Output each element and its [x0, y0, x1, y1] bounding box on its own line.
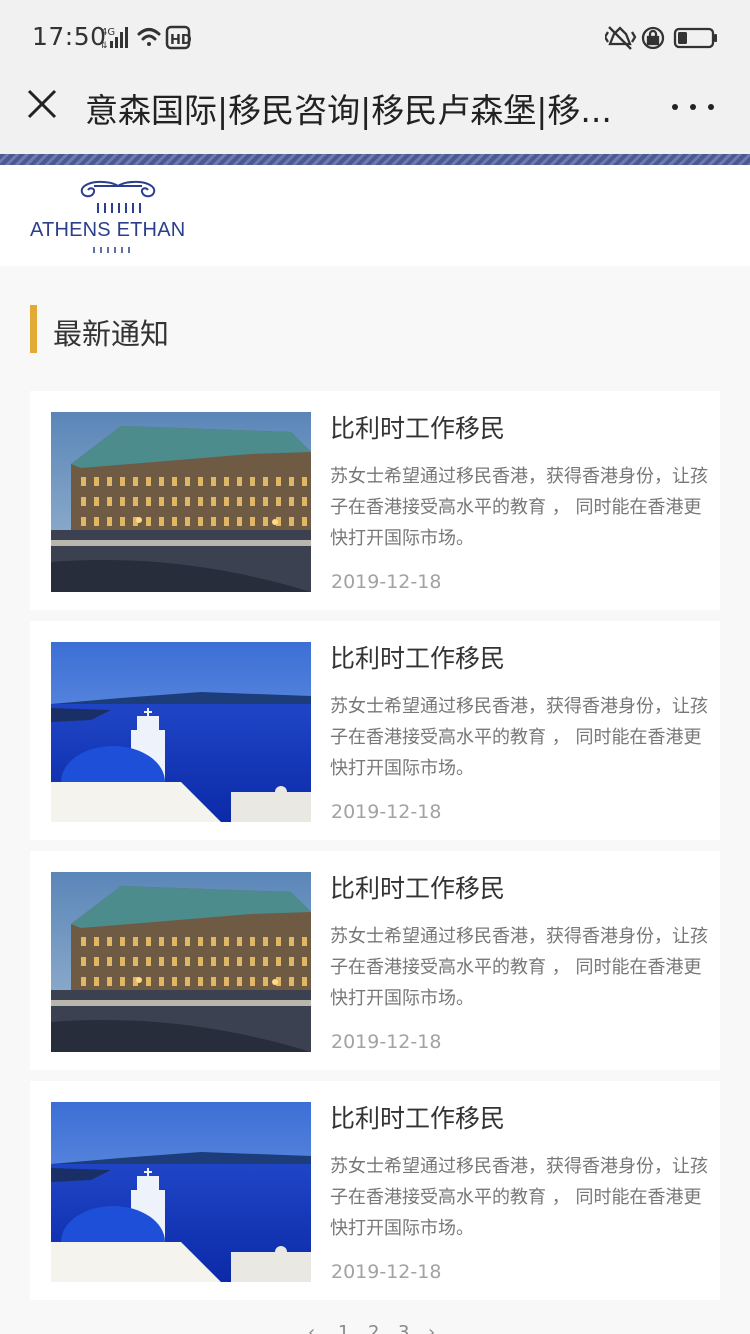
- ionic-column-logo-icon: [80, 180, 156, 213]
- news-title: 比利时工作移民: [330, 414, 506, 443]
- news-description: 苏女士希望通过移民香港，获得香港身份，让孩子在香港接受高水平的教育 ， 同时能在…: [330, 696, 708, 779]
- news-card[interactable]: 比利时工作移民 苏女士希望通过移民香港，获得香港身份，让孩子在香港接受高水平的教…: [30, 621, 720, 840]
- status-bar: 17:50 4G ⇅ HD: [0, 0, 750, 76]
- more-button[interactable]: [670, 94, 718, 118]
- network-type: 4G: [101, 27, 115, 38]
- pagination: ‹ 1 2 3 ›: [300, 1322, 460, 1334]
- site-header: ATHENS ETHAN: [0, 165, 750, 266]
- news-card[interactable]: 比利时工作移民 苏女士希望通过移民香港，获得香港身份，让孩子在香港接受高水平的教…: [30, 391, 720, 610]
- news-date: 2019-12-18: [331, 1031, 442, 1053]
- news-description: 苏女士希望通过移民香港，获得香港身份，让孩子在香港接受高水平的教育 ， 同时能在…: [330, 466, 708, 549]
- close-icon: [27, 89, 57, 119]
- news-list: 比利时工作移民 苏女士希望通过移民香港，获得香港身份，让孩子在香港接受高水平的教…: [30, 391, 720, 1311]
- section-accent-bar: [30, 305, 37, 353]
- news-date: 2019-12-18: [331, 1261, 442, 1283]
- page-title: 意森国际|移民咨询|移民卢森堡|移...: [85, 91, 612, 130]
- logo-text: ATHENS ETHAN: [30, 219, 186, 241]
- title-bar: 意森国际|移民咨询|移民卢森堡|移...: [0, 76, 750, 154]
- signal-icon: 4G ⇅ HD: [101, 25, 191, 50]
- logo-base-icon: [93, 247, 130, 253]
- santorini-image: [51, 1102, 311, 1282]
- section-heading: 最新通知: [30, 305, 430, 353]
- section-title: 最新通知: [53, 317, 170, 351]
- news-image: [51, 412, 311, 592]
- news-image: [51, 872, 311, 1052]
- news-description: 苏女士希望通过移民香港，获得香港身份，让孩子在香港接受高水平的教育 ， 同时能在…: [330, 1156, 708, 1239]
- next-page-button[interactable]: ›: [428, 1322, 435, 1334]
- rotation-lock-icon: [641, 26, 665, 50]
- news-title: 比利时工作移民: [330, 1104, 506, 1133]
- svg-text:HD: HD: [170, 33, 191, 48]
- page-2-link[interactable]: 2: [368, 1322, 379, 1334]
- svg-text:⇅: ⇅: [101, 41, 108, 50]
- news-image: [51, 642, 311, 822]
- news-date: 2019-12-18: [331, 571, 442, 593]
- vibrate-icon: [605, 26, 637, 50]
- news-image: [51, 1102, 311, 1282]
- page-3-link[interactable]: 3: [398, 1322, 409, 1334]
- news-title: 比利时工作移民: [330, 874, 506, 903]
- news-title: 比利时工作移民: [330, 644, 506, 673]
- logo[interactable]: ATHENS ETHAN: [30, 177, 205, 255]
- hd-icon: HD: [165, 25, 191, 50]
- news-description: 苏女士希望通过移民香港，获得香港身份，让孩子在香港接受高水平的教育 ， 同时能在…: [330, 926, 708, 1009]
- opera-house-image: [51, 872, 311, 1052]
- news-card[interactable]: 比利时工作移民 苏女士希望通过移民香港，获得香港身份，让孩子在香港接受高水平的教…: [30, 1081, 720, 1300]
- page-1-link[interactable]: 1: [338, 1322, 349, 1334]
- news-card[interactable]: 比利时工作移民 苏女士希望通过移民香港，获得香港身份，让孩子在香港接受高水平的教…: [30, 851, 720, 1070]
- battery-icon: [673, 27, 717, 49]
- status-time: 17:50: [32, 22, 107, 51]
- prev-page-button[interactable]: ‹: [308, 1322, 315, 1334]
- more-icon: [672, 104, 678, 110]
- opera-house-image: [51, 412, 311, 592]
- wifi-icon: [137, 28, 161, 46]
- status-icons: [605, 26, 717, 50]
- news-date: 2019-12-18: [331, 801, 442, 823]
- santorini-image: [51, 642, 311, 822]
- close-button[interactable]: [22, 84, 62, 124]
- header-stripe: [0, 154, 750, 165]
